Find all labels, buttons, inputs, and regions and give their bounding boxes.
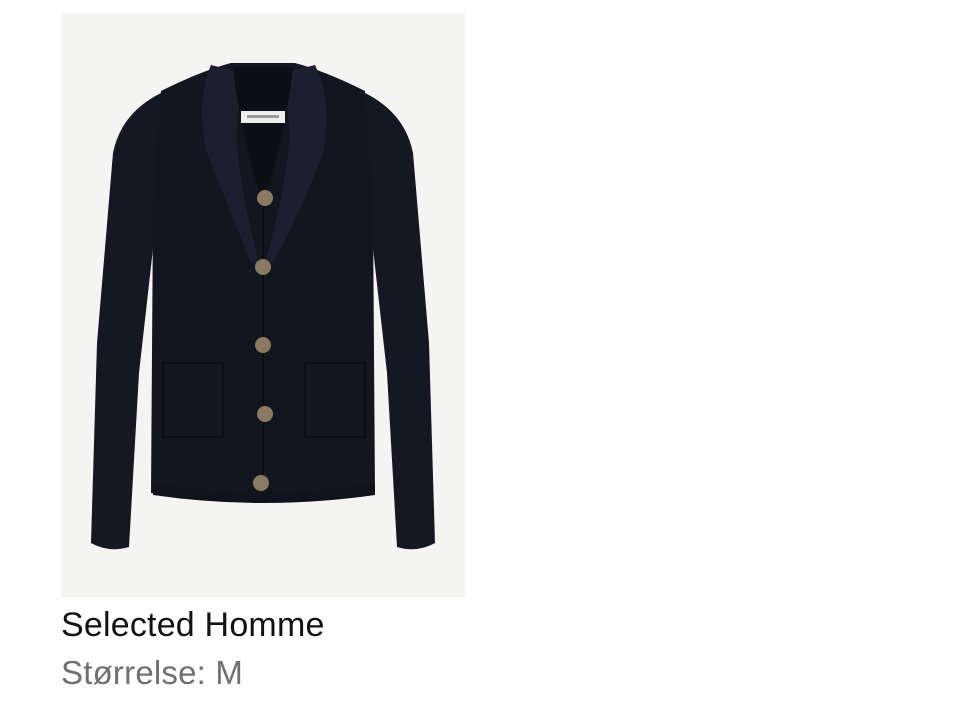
product-card[interactable]: Selected Homme Størrelse: M — [61, 13, 465, 693]
product-image[interactable] — [61, 13, 465, 597]
size-label: Størrelse: — [61, 654, 207, 691]
size-info: Størrelse: M — [61, 653, 465, 693]
cardigan-icon — [91, 63, 435, 550]
size-value: M — [215, 654, 244, 691]
brand-name[interactable]: Selected Homme — [61, 605, 465, 645]
